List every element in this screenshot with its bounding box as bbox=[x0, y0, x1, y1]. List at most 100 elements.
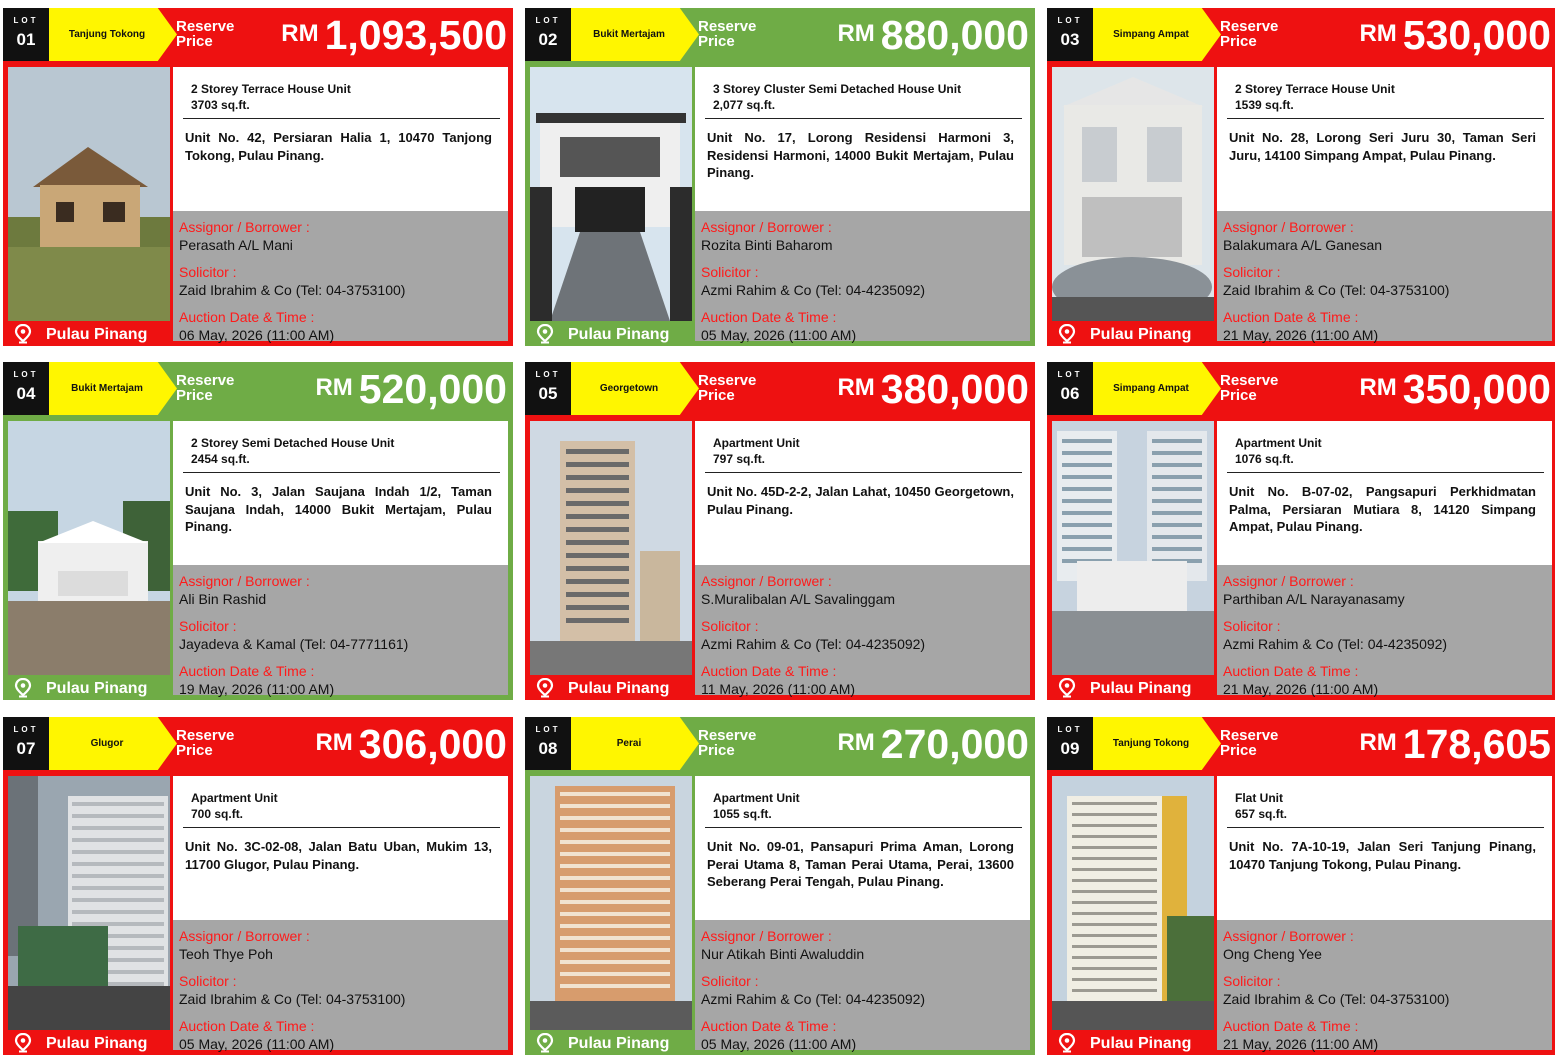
property-photo[interactable] bbox=[1052, 67, 1214, 321]
auction-card-lot-05[interactable]: LOT 05 Georgetown Reserve Price RM 380,00… bbox=[525, 362, 1035, 700]
property-address: Unit No. 09-01, Pansapuri Prima Aman, Lo… bbox=[707, 839, 1014, 889]
property-photo[interactable] bbox=[530, 421, 692, 675]
location-label: Pulau Pinang bbox=[1052, 320, 1214, 346]
area-name: Tanjung Tokong bbox=[68, 29, 146, 40]
auction-card-lot-08[interactable]: LOT 08 Perai Reserve Price RM 270,000 Pul… bbox=[525, 717, 1035, 1055]
solicitor-label: Solicitor : bbox=[701, 264, 759, 280]
price-word: Price bbox=[176, 742, 213, 759]
price-amount: 1,093,500 bbox=[324, 12, 507, 58]
reserve-price: RM 306,000 bbox=[315, 721, 507, 768]
divider bbox=[705, 118, 1022, 119]
auction-card-lot-03[interactable]: LOT 03 Simpang Ampat Reserve Price RM 530… bbox=[1047, 8, 1555, 346]
property-size: 700 sq.ft. bbox=[191, 807, 244, 821]
lot-word: LOT bbox=[13, 725, 39, 734]
property-size: 2454 sq.ft. bbox=[191, 452, 250, 466]
assignor-label: Assignor / Borrower : bbox=[701, 219, 832, 235]
property-photo[interactable] bbox=[8, 776, 170, 1030]
price-amount: 880,000 bbox=[880, 12, 1029, 58]
property-info: Apartment Unit 1076 sq.ft. Unit No. B-07… bbox=[1217, 421, 1552, 565]
property-type: Apartment Unit bbox=[713, 436, 800, 450]
property-info: Apartment Unit 700 sq.ft. Unit No. 3C-02… bbox=[173, 776, 508, 920]
auction-label: Auction Date & Time : bbox=[1223, 309, 1359, 325]
auction-details: Assignor / Borrower : Rozita Binti Bahar… bbox=[695, 211, 1030, 343]
lot-badge: LOT 05 bbox=[525, 362, 571, 415]
currency: RM bbox=[837, 729, 875, 756]
property-type: Apartment Unit bbox=[1235, 436, 1322, 450]
property-photo[interactable] bbox=[530, 67, 692, 321]
assignor-label: Assignor / Borrower : bbox=[701, 928, 832, 944]
area-name: Bukit Mertajam bbox=[593, 29, 665, 40]
lot-word: LOT bbox=[1057, 370, 1083, 379]
lot-badge: LOT 01 bbox=[3, 8, 49, 61]
area-name: Simpang Ampat bbox=[1113, 383, 1189, 394]
assignor-label: Assignor / Borrower : bbox=[179, 928, 310, 944]
property-type-block: 2 Storey Semi Detached House Unit 2454 s… bbox=[191, 435, 394, 467]
assignor-value: Perasath A/L Mani bbox=[179, 237, 293, 253]
lot-word: LOT bbox=[535, 725, 561, 734]
solicitor-label: Solicitor : bbox=[1223, 973, 1281, 989]
auction-value: 21 May, 2026 (11:00 AM) bbox=[1223, 681, 1379, 697]
property-type-block: 2 Storey Terrace House Unit 1539 sq.ft. bbox=[1235, 81, 1395, 113]
auction-card-lot-04[interactable]: LOT 04 Bukit Mertajam Reserve Price RM 52… bbox=[3, 362, 513, 700]
price-word: Price bbox=[1220, 33, 1257, 50]
area-tag: Bukit Mertajam bbox=[49, 362, 177, 415]
solicitor-value: Azmi Rahim & Co (Tel: 04-4235092) bbox=[701, 282, 926, 298]
currency: RM bbox=[281, 20, 319, 47]
property-address: Unit No. 3, Jalan Saujana Indah 1/2, Tam… bbox=[185, 484, 492, 534]
property-address: Unit No. 3C-02-08, Jalan Batu Uban, Muki… bbox=[185, 839, 492, 872]
reserve-word: Reserve bbox=[1220, 727, 1279, 744]
map-pin-icon bbox=[536, 323, 554, 344]
reserve-price-label: Reserve Price bbox=[1220, 19, 1278, 49]
property-photo[interactable] bbox=[530, 776, 692, 1030]
property-info: 2 Storey Semi Detached House Unit 2454 s… bbox=[173, 421, 508, 565]
property-type: Apartment Unit bbox=[713, 791, 800, 805]
area-name: Simpang Ampat bbox=[1113, 29, 1189, 40]
location-text: Pulau Pinang bbox=[568, 326, 670, 343]
location-label: Pulau Pinang bbox=[530, 674, 692, 700]
property-photo[interactable] bbox=[8, 67, 170, 321]
lot-number: 06 bbox=[1060, 384, 1080, 403]
property-type-block: Apartment Unit 700 sq.ft. bbox=[191, 790, 278, 822]
card-header: LOT 01 Tanjung Tokong Reserve Price RM 1,… bbox=[3, 8, 513, 61]
location-text: Pulau Pinang bbox=[46, 1035, 148, 1052]
property-type: Apartment Unit bbox=[191, 791, 278, 805]
reserve-price: RM 530,000 bbox=[1359, 12, 1551, 59]
lot-number: 04 bbox=[16, 384, 36, 403]
auction-card-lot-01[interactable]: LOT 01 Tanjung Tokong Reserve Price RM 1,… bbox=[3, 8, 513, 346]
assignor-label: Assignor / Borrower : bbox=[179, 573, 310, 589]
map-pin-icon bbox=[14, 1032, 32, 1053]
reserve-price-label: Reserve Price bbox=[176, 728, 234, 758]
auction-card-lot-06[interactable]: LOT 06 Simpang Ampat Reserve Price RM 350… bbox=[1047, 362, 1555, 700]
location-text: Pulau Pinang bbox=[1090, 680, 1192, 697]
auction-card-lot-02[interactable]: LOT 02 Bukit Mertajam Reserve Price RM 88… bbox=[525, 8, 1035, 346]
property-photo[interactable] bbox=[8, 421, 170, 675]
property-size: 1539 sq.ft. bbox=[1235, 98, 1294, 112]
card-header: LOT 08 Perai Reserve Price RM 270,000 bbox=[525, 717, 1035, 770]
lot-number: 07 bbox=[16, 739, 36, 758]
map-pin-icon bbox=[14, 677, 32, 698]
property-address: Unit No. 7A-10-19, Jalan Seri Tanjung Pi… bbox=[1229, 839, 1536, 872]
assignor-value: Rozita Binti Baharom bbox=[701, 237, 833, 253]
area-tag: Simpang Ampat bbox=[1093, 8, 1221, 61]
auction-card-lot-09[interactable]: LOT 09 Tanjung Tokong Reserve Price RM 17… bbox=[1047, 717, 1555, 1055]
reserve-price: RM 380,000 bbox=[837, 366, 1029, 413]
card-header: LOT 03 Simpang Ampat Reserve Price RM 530… bbox=[1047, 8, 1555, 61]
property-type: 3 Storey Cluster Semi Detached House Uni… bbox=[713, 82, 962, 96]
assignor-label: Assignor / Borrower : bbox=[1223, 573, 1354, 589]
currency: RM bbox=[1359, 374, 1397, 401]
solicitor-value: Azmi Rahim & Co (Tel: 04-4235092) bbox=[701, 636, 926, 652]
property-type: 2 Storey Semi Detached House Unit bbox=[191, 436, 395, 450]
property-photo[interactable] bbox=[1052, 421, 1214, 675]
price-word: Price bbox=[176, 387, 213, 404]
reserve-word: Reserve bbox=[698, 727, 757, 744]
auction-details: Assignor / Borrower : Teoh Thye Poh Soli… bbox=[173, 920, 508, 1052]
solicitor-label: Solicitor : bbox=[179, 264, 237, 280]
solicitor-value: Zaid Ibrahim & Co (Tel: 04-3753100) bbox=[179, 991, 406, 1007]
reserve-price-label: Reserve Price bbox=[698, 19, 756, 49]
auction-card-lot-07[interactable]: LOT 07 Glugor Reserve Price RM 306,000 Pu… bbox=[3, 717, 513, 1055]
property-info: 2 Storey Terrace House Unit 3703 sq.ft. … bbox=[173, 67, 508, 211]
price-word: Price bbox=[1220, 387, 1257, 404]
divider bbox=[183, 472, 500, 473]
area-name: Glugor bbox=[90, 738, 124, 749]
property-photo[interactable] bbox=[1052, 776, 1214, 1030]
